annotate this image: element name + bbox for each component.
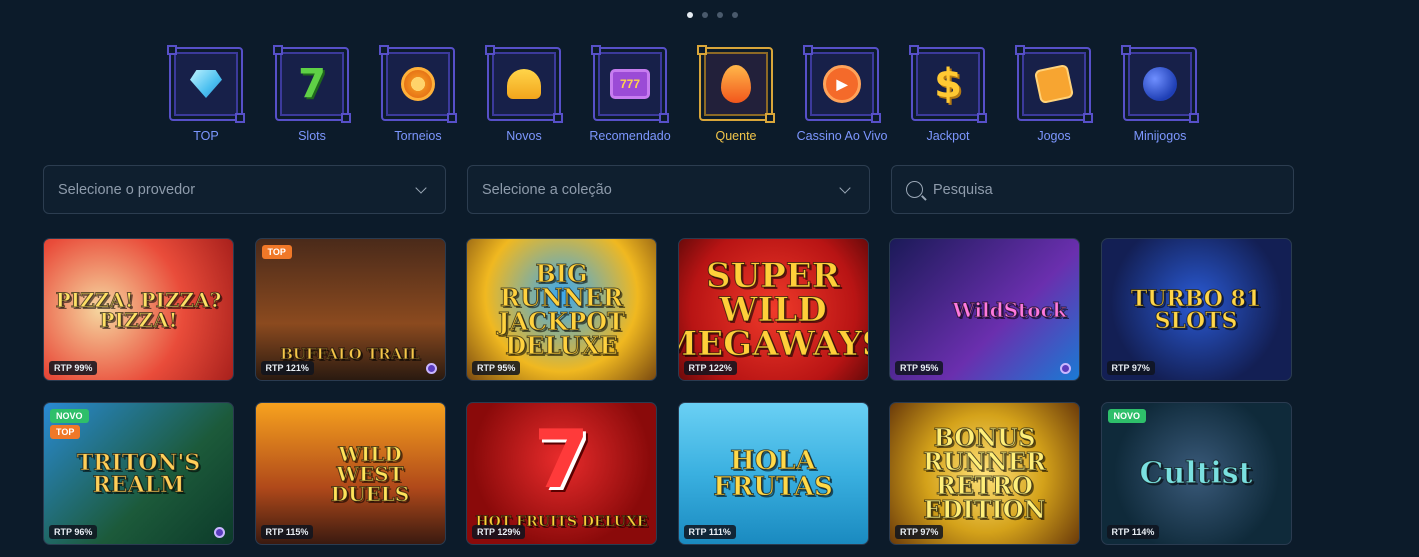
game-title: SUPER WILD MEGAWAYS — [679, 255, 868, 364]
provider-select-label: Selecione o provedor — [58, 181, 196, 198]
rtp-badge: RTP 96% — [49, 525, 98, 539]
game-card[interactable]: PIZZA! PIZZA? PIZZA! RTP 99% — [43, 238, 234, 381]
game-grid: PIZZA! PIZZA? PIZZA! RTP 99% TOP BUFFALO… — [43, 238, 1292, 545]
category-jogos[interactable]: Jogos — [1001, 45, 1107, 143]
game-card[interactable]: WildStock RTP 95% — [889, 238, 1080, 381]
rtp-badge: RTP 97% — [895, 525, 944, 539]
carousel-dot[interactable] — [701, 12, 708, 18]
carousel-dot[interactable] — [686, 12, 693, 18]
category-novos[interactable]: Novos — [471, 45, 577, 143]
game-card[interactable]: WILD WEST DUELS RTP 115% — [254, 402, 446, 545]
flame-icon — [721, 65, 751, 103]
category-torneios[interactable]: Torneios — [365, 45, 471, 143]
award-icon — [425, 363, 437, 374]
game-title: BONUS RUNNER Retro Edition — [923, 422, 1047, 524]
category-recomendado[interactable]: 777 Recomendado — [577, 45, 683, 143]
category-top[interactable]: TOP — [153, 45, 259, 143]
rtp-badge: RTP 129% — [472, 525, 526, 539]
award-icon — [1060, 363, 1071, 374]
game-title: Cultist — [1139, 455, 1253, 491]
filter-bar: Selecione o provedor Selecione a coleção — [43, 165, 1294, 214]
rtp-badge: RTP 122% — [683, 361, 737, 375]
game-title: TRITON'S REALM — [76, 449, 201, 498]
award-icon — [214, 527, 225, 538]
search-input[interactable] — [933, 181, 1279, 198]
rtp-badge: RTP 97% — [1106, 361, 1155, 375]
game-card[interactable]: NOVO Cultist RTP 114% — [1100, 402, 1292, 545]
search-icon — [906, 181, 923, 198]
category-bar: TOP 7 Slots Torneios Novos 777 Recomenda… — [153, 45, 1213, 143]
category-label: Novos — [506, 129, 542, 143]
game-card[interactable]: BONUS RUNNER Retro Edition RTP 97% — [889, 402, 1080, 545]
category-label: Jogos — [1037, 129, 1071, 143]
category-cassino-ao-vivo[interactable]: ▶ Cassino Ao Vivo — [789, 45, 895, 143]
carousel-dot[interactable] — [716, 12, 723, 18]
game-title: HOLA FRUTAS — [713, 445, 834, 502]
category-label: Torneios — [394, 129, 442, 143]
seven-icon: 7 — [533, 413, 590, 506]
game-card[interactable]: TURBO 81 SLOTS RTP 97% — [1100, 238, 1292, 381]
new-badge: NOVO — [50, 409, 89, 423]
game-card[interactable]: SUPER WILD MEGAWAYS RTP 122% — [677, 238, 869, 381]
play-icon: ▶ — [823, 65, 861, 103]
category-quente[interactable]: Quente — [683, 45, 789, 143]
top-badge: TOP — [50, 425, 81, 439]
category-label: TOP — [193, 129, 219, 143]
game-card[interactable]: NOVO TOP TRITON'S REALM RTP 96% — [43, 402, 234, 545]
rtp-badge: RTP 121% — [260, 361, 314, 375]
dice-icon — [1033, 63, 1075, 105]
rtp-badge: RTP 114% — [1106, 525, 1160, 539]
carousel-dot[interactable] — [731, 12, 738, 18]
game-title: PIZZA! PIZZA? PIZZA! — [55, 287, 222, 332]
rtp-badge: RTP 95% — [895, 361, 944, 375]
category-label: Slots — [298, 129, 326, 143]
game-card[interactable]: HOLA FRUTAS RTP 111% — [677, 402, 869, 545]
category-label: Cassino Ao Vivo — [796, 129, 888, 143]
carousel-dots — [0, 12, 1419, 18]
top-badge: TOP — [261, 245, 292, 259]
chevron-down-icon — [415, 181, 427, 194]
slot-machine-icon: 777 — [610, 69, 650, 99]
game-title: WILD WEST DUELS — [330, 441, 410, 506]
collection-select-label: Selecione a coleção — [482, 181, 612, 198]
bomb-icon — [1143, 67, 1177, 101]
diamond-icon — [190, 70, 222, 98]
chevron-down-icon — [839, 181, 851, 194]
rtp-badge: RTP 99% — [49, 361, 98, 375]
rtp-badge: RTP 111% — [683, 525, 736, 539]
game-title: TURBO 81 SLOTS — [1130, 285, 1262, 334]
collection-select[interactable]: Selecione a coleção — [467, 165, 870, 214]
bell-icon — [507, 69, 541, 99]
seven-icon: 7 — [298, 61, 326, 107]
category-label: Jackpot — [926, 129, 970, 143]
provider-select[interactable]: Selecione o provedor — [43, 165, 446, 214]
category-label: Minijogos — [1133, 129, 1187, 143]
game-card[interactable]: 7 HOT FRUITS DELUXE RTP 129% — [466, 402, 657, 545]
game-title: WildStock — [952, 297, 1067, 322]
category-minijogos[interactable]: Minijogos — [1107, 45, 1213, 143]
new-badge: NOVO — [1107, 409, 1147, 423]
category-jackpot[interactable]: $ Jackpot — [895, 45, 1001, 143]
medal-icon — [401, 67, 435, 101]
game-card[interactable]: BIG RUNNER Jackpot deluxe RTP 95% — [466, 238, 657, 381]
dollar-icon: $ — [934, 61, 962, 107]
search-field[interactable] — [891, 165, 1294, 214]
rtp-badge: RTP 115% — [260, 525, 314, 539]
rtp-badge: RTP 95% — [472, 361, 521, 375]
category-label: Recomendado — [589, 129, 671, 143]
game-title: BUFFALO TRAIL — [280, 345, 420, 363]
game-card[interactable]: TOP BUFFALO TRAIL RTP 121% — [254, 238, 446, 381]
game-title: BIG RUNNER Jackpot deluxe — [498, 258, 626, 360]
category-slots[interactable]: 7 Slots — [259, 45, 365, 143]
category-label: Quente — [715, 129, 757, 143]
